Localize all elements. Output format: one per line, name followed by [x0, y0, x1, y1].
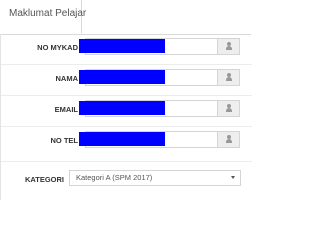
- field-row-no-tel: NO TEL: [1, 127, 252, 155]
- field-row-no-mykad: NO MYKAD: [1, 34, 252, 62]
- field-label-kategori: KATEGORI: [24, 175, 64, 184]
- user-icon: [226, 73, 232, 81]
- chevron-down-icon: [231, 176, 235, 179]
- row-divider: [1, 161, 252, 162]
- field-row-kategori: KATEGORI Kategori A (SPM 2017): [1, 166, 252, 194]
- input-addon: [217, 70, 239, 85]
- student-info-form: NO MYKAD NAMA EMAIL NO TEL KATEGORI Kate…: [0, 34, 252, 200]
- redacted-value: [79, 39, 165, 53]
- kategori-select[interactable]: Kategori A (SPM 2017): [69, 170, 241, 186]
- field-row-email: EMAIL: [1, 96, 252, 124]
- tab-bar: Maklumat Pelajar: [0, 0, 251, 35]
- field-label-no-tel: NO TEL: [50, 136, 79, 145]
- no-tel-input[interactable]: [79, 131, 240, 148]
- field-label-no-mykad: NO MYKAD: [37, 43, 78, 52]
- nama-input[interactable]: [79, 69, 240, 86]
- field-row-nama: NAMA: [1, 65, 252, 93]
- field-label-email: EMAIL: [54, 105, 78, 114]
- user-icon: [226, 104, 232, 112]
- kategori-selected-value: Kategori A (SPM 2017): [76, 173, 153, 182]
- redacted-value: [79, 70, 165, 84]
- no-mykad-input[interactable]: [79, 38, 240, 55]
- input-addon: [217, 39, 239, 54]
- input-addon: [217, 132, 239, 147]
- user-icon: [226, 135, 232, 143]
- redacted-value: [79, 101, 165, 115]
- user-icon: [226, 42, 232, 50]
- field-label-nama: NAMA: [55, 74, 79, 83]
- redacted-value: [79, 132, 165, 146]
- tab-maklumat-pelajar[interactable]: Maklumat Pelajar: [0, 0, 86, 34]
- input-addon: [217, 101, 239, 116]
- tab-label: Maklumat Pelajar: [9, 8, 87, 19]
- email-input[interactable]: [79, 100, 240, 117]
